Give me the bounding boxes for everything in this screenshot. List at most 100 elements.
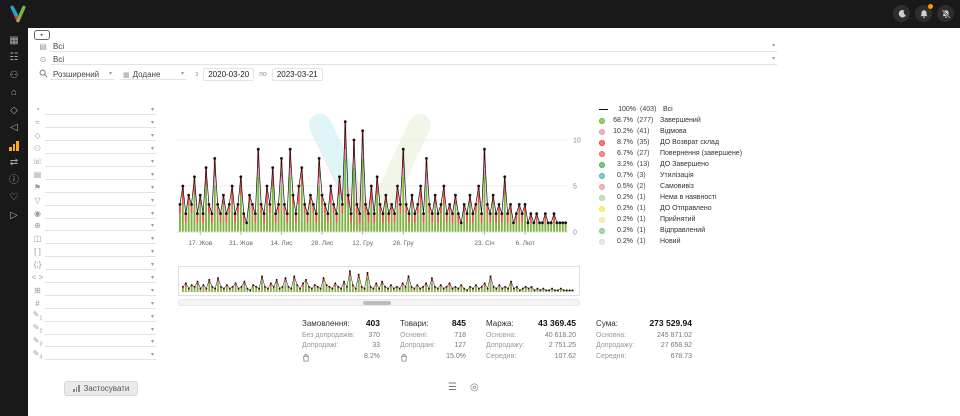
filter-select[interactable]: ▾ [45,118,156,128]
filter-select[interactable]: ▾ [45,170,156,180]
mini-chart-scrollbar-thumb[interactable] [363,301,391,305]
sidebar-item-support[interactable]: ♡ [0,190,28,208]
sidebar-item-warehouse[interactable]: ⌂ [0,85,28,103]
stats-sublabel: Середня: [486,353,516,360]
legend-item[interactable]: 0.7%(3)Утилізація [599,170,777,181]
legend-pct: 100% [608,106,636,113]
filter-row: ▤▾ [30,168,156,181]
svg-text:31. Жов: 31. Жов [229,240,253,247]
legend-pct: 10.2% [605,128,633,135]
filter-select[interactable]: ▾ [45,183,156,193]
legend-item[interactable]: 0.2%(1)ДО Отправлено [599,203,777,214]
sidebar-item-clients[interactable]: ⚇ [0,67,28,85]
legend-label: Нема в наявності [660,194,777,201]
sidebar-item-products[interactable]: ◇ [0,102,28,120]
filter-icon-6: ⚑ [30,184,45,192]
calendar-icon: ▦ [123,72,130,79]
status-filter-select[interactable]: Всі ▾ [50,54,777,65]
filter-select[interactable]: ▾ [45,157,156,167]
filter-select[interactable]: ▾ [45,312,156,322]
filter-select[interactable]: ▾ [45,234,156,244]
filter-row: ◔▾ [30,104,156,117]
filter-select[interactable]: ▾ [45,105,156,115]
apply-button[interactable]: Застосувати [64,381,138,396]
sidebar-item-dashboard[interactable]: ▦ [0,32,28,50]
legend-item[interactable]: 0.2%(1)Нема в наявності [599,192,777,203]
sidebar-item-orders[interactable]: ☷ [0,50,28,68]
line-marker-icon [599,109,608,110]
filter-select[interactable]: ▾ [45,299,156,309]
legend-item[interactable]: 68.7%(277)Завершений [599,115,777,126]
filter-icon-7: ▽ [30,197,45,205]
filter-select[interactable]: ▾ [45,350,156,360]
alerts-muted-button[interactable] [937,5,954,22]
legend-count: (3) [633,172,660,179]
legend-label: ДО Отправлено [660,205,777,212]
mini-chart-box[interactable] [178,266,580,296]
legend-item[interactable]: 0.2%(1)Прийнятий [599,214,777,225]
filter-select[interactable]: ▾ [45,325,156,335]
chevron-down-icon: ▾ [772,56,775,62]
sidebar-item-marketing[interactable]: ◁ [0,120,28,138]
legend-item[interactable]: 0.5%(2)Самовивіз [599,181,777,192]
filter-select[interactable]: ▾ [45,260,156,270]
date-from-input[interactable]: 2020-03-20 [203,68,254,81]
stats-sublabel: Без допродажів: [302,332,355,339]
bell-icon [918,8,930,20]
legend-item[interactable]: 0.2%(1)Новий [599,236,777,247]
filter-select[interactable]: ▾ [45,131,156,141]
legend-item[interactable]: 0.2%(1)Відправлений [599,225,777,236]
target-icon: ⊙ [36,56,50,64]
custom-field-filter-row: ✎2▾ [30,323,156,336]
filter-select[interactable]: ▾ [45,273,156,283]
sidebar-item-video[interactable]: ▷ [0,207,28,225]
sidebar-item-integrations[interactable]: ⇄ [0,155,28,173]
filter-select[interactable]: ▾ [45,247,156,257]
svg-text:6. Лют: 6. Лют [515,240,534,247]
legend-item[interactable]: 100%(403)Всі [599,104,777,115]
legend-item[interactable]: 6.7%(27)Повернення (завершене) [599,148,777,159]
stats-group: Маржа:43 369.45Основна:40 618.20Допродаж… [486,318,576,363]
sidebar-item-info[interactable]: ⓘ [0,172,28,190]
filter-select[interactable]: ▾ [45,221,156,231]
filter-row: [ ]▾ [30,246,156,259]
filter-select[interactable]: ▾ [45,209,156,219]
filter-icon-2: ◇ [30,132,45,140]
filter-select[interactable]: ▾ [45,196,156,206]
source-filter-select[interactable]: Всі ▾ [50,41,777,52]
stats-subvalue: 370 [368,332,380,339]
list-view-button[interactable]: ☰ [448,383,457,393]
legend-item[interactable]: 10.2%(41)Відмова [599,126,777,137]
legend-item[interactable]: 8.7%(35)ДО Возврат склад [599,137,777,148]
filter-row: ≈▾ [30,117,156,130]
notifications-button[interactable] [915,5,932,22]
filter-icon-4: ☏ [30,158,45,166]
mini-chart-svg[interactable] [179,267,579,295]
stats-label: Товари: [400,319,428,328]
main-chart-svg[interactable]: 051017. Жов31. Жов14. Лис28. Лис12. Гру2… [175,100,587,252]
stats-subvalue: 15.0% [446,353,466,363]
video-tutorial-button[interactable]: ▸ [34,30,50,40]
stats-subrow: Допродажі:33 [302,342,380,349]
custom-field-filter-row: ✎4▾ [30,349,156,362]
chevron-down-icon: ▾ [151,146,154,152]
filter-row-status: ⊙ Всі ▾ [36,54,777,65]
mini-chart-scrollbar[interactable] [178,299,580,306]
filter-select[interactable]: ▾ [45,144,156,154]
search-mode-select[interactable]: Розширений ▾ [50,69,114,80]
stats-sublabel: Допродажу: [596,342,634,349]
chevron-down-icon: ▾ [151,133,154,139]
date-field-select[interactable]: ▦Додане ▾ [120,69,186,80]
chart-view-button[interactable]: ◎ [470,383,479,393]
sidebar-item-analytics[interactable] [0,137,28,155]
warehouse-icon: ⌂ [11,88,17,98]
filter-select[interactable]: ▾ [45,337,156,347]
app-logo[interactable] [8,4,28,24]
legend-item[interactable]: 3.2%(13)ДО Завершено [599,159,777,170]
stats-group: Товари:845Основні:718Допродані:12715.0% [400,318,466,363]
topbar [0,0,960,28]
theme-toggle-button[interactable] [893,5,910,22]
date-to-input[interactable]: 2023-03-21 [272,68,323,81]
legend-label: ДО Завершено [660,161,777,168]
filter-select[interactable]: ▾ [45,286,156,296]
